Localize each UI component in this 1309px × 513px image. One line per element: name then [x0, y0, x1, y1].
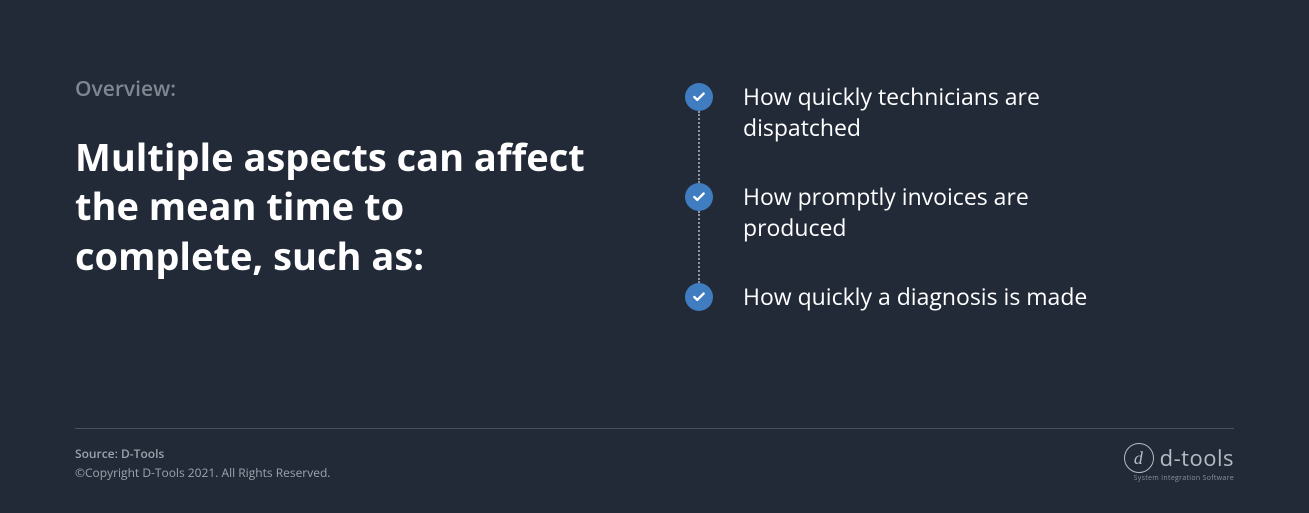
- check-circle-icon: [685, 183, 713, 211]
- list-item: How quickly technicians are dispatched: [685, 83, 1234, 143]
- logo: d d-tools System Integration Software: [1124, 443, 1234, 483]
- left-panel: Overview: Multiple aspects can affect th…: [75, 75, 615, 408]
- logo-main: d d-tools: [1124, 443, 1234, 473]
- main-content: Overview: Multiple aspects can affect th…: [75, 75, 1234, 408]
- check-circle-icon: [685, 283, 713, 311]
- footer-text: Source: D-Tools ©Copyright D-Tools 2021.…: [75, 444, 330, 482]
- connector-line: [698, 211, 700, 283]
- overview-label: Overview:: [75, 75, 585, 103]
- logo-tagline: System Integration Software: [1134, 474, 1234, 483]
- bullet-text: How quickly a diagnosis is made: [713, 281, 1087, 312]
- check-circle-icon: [685, 83, 713, 111]
- right-panel: How quickly technicians are dispatched H…: [615, 75, 1234, 408]
- bullet-list: How quickly technicians are dispatched H…: [685, 83, 1234, 312]
- main-heading: Multiple aspects can affect the mean tim…: [75, 133, 585, 281]
- bullet-text: How promptly invoices are produced: [713, 181, 1133, 243]
- list-item: How promptly invoices are produced: [685, 183, 1234, 243]
- connector-line: [698, 111, 700, 183]
- list-item: How quickly a diagnosis is made: [685, 283, 1234, 312]
- logo-text: d-tools: [1160, 443, 1234, 473]
- copyright-text: ©Copyright D-Tools 2021. All Rights Rese…: [75, 463, 330, 482]
- bullet-text: How quickly technicians are dispatched: [713, 81, 1133, 143]
- footer: Source: D-Tools ©Copyright D-Tools 2021.…: [75, 428, 1234, 483]
- source-label: Source: D-Tools: [75, 444, 330, 463]
- logo-circle-icon: d: [1124, 443, 1154, 473]
